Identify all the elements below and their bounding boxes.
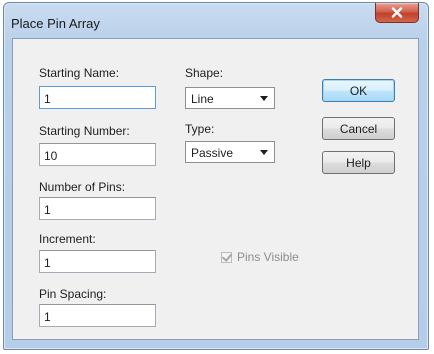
help-button[interactable]: Help	[322, 151, 395, 174]
starting-number-input[interactable]	[39, 143, 156, 166]
pin-spacing-label: Pin Spacing:	[39, 287, 107, 301]
ok-button[interactable]: OK	[322, 79, 395, 102]
type-select[interactable]: Passive	[185, 141, 275, 163]
starting-number-label: Starting Number:	[39, 124, 130, 138]
help-button-label: Help	[346, 155, 371, 170]
pins-visible-label: Pins Visible	[237, 250, 299, 264]
checkmark-icon	[221, 250, 233, 262]
chevron-down-icon	[260, 96, 268, 101]
shape-select[interactable]: Line	[185, 87, 275, 109]
starting-name-input[interactable]	[39, 86, 156, 109]
dialog-client-area: Starting Name: Starting Number: Number o…	[12, 38, 419, 340]
pins-visible-checkbox	[221, 250, 233, 263]
shape-select-value: Line	[191, 92, 214, 106]
title-bar[interactable]: Place Pin Array	[4, 3, 428, 37]
increment-label: Increment:	[39, 232, 96, 246]
chevron-down-icon	[260, 150, 268, 155]
window-title: Place Pin Array	[11, 16, 100, 31]
shape-label: Shape:	[185, 66, 224, 80]
type-select-value: Passive	[191, 146, 234, 160]
pin-spacing-input[interactable]	[39, 304, 156, 327]
number-of-pins-label: Number of Pins:	[39, 180, 126, 194]
type-label: Type:	[185, 122, 215, 136]
number-of-pins-input[interactable]	[39, 197, 156, 220]
starting-name-label: Starting Name:	[39, 66, 120, 80]
ok-button-label: OK	[349, 83, 368, 98]
close-button[interactable]	[375, 3, 419, 23]
pins-visible-checkbox-row: Pins Visible	[221, 250, 299, 264]
cancel-button-label: Cancel	[339, 121, 378, 136]
dialog-window: Place Pin Array Starting Name: Starting …	[3, 2, 429, 350]
increment-input[interactable]	[39, 250, 156, 273]
close-icon	[391, 7, 403, 18]
cancel-button[interactable]: Cancel	[322, 117, 395, 140]
